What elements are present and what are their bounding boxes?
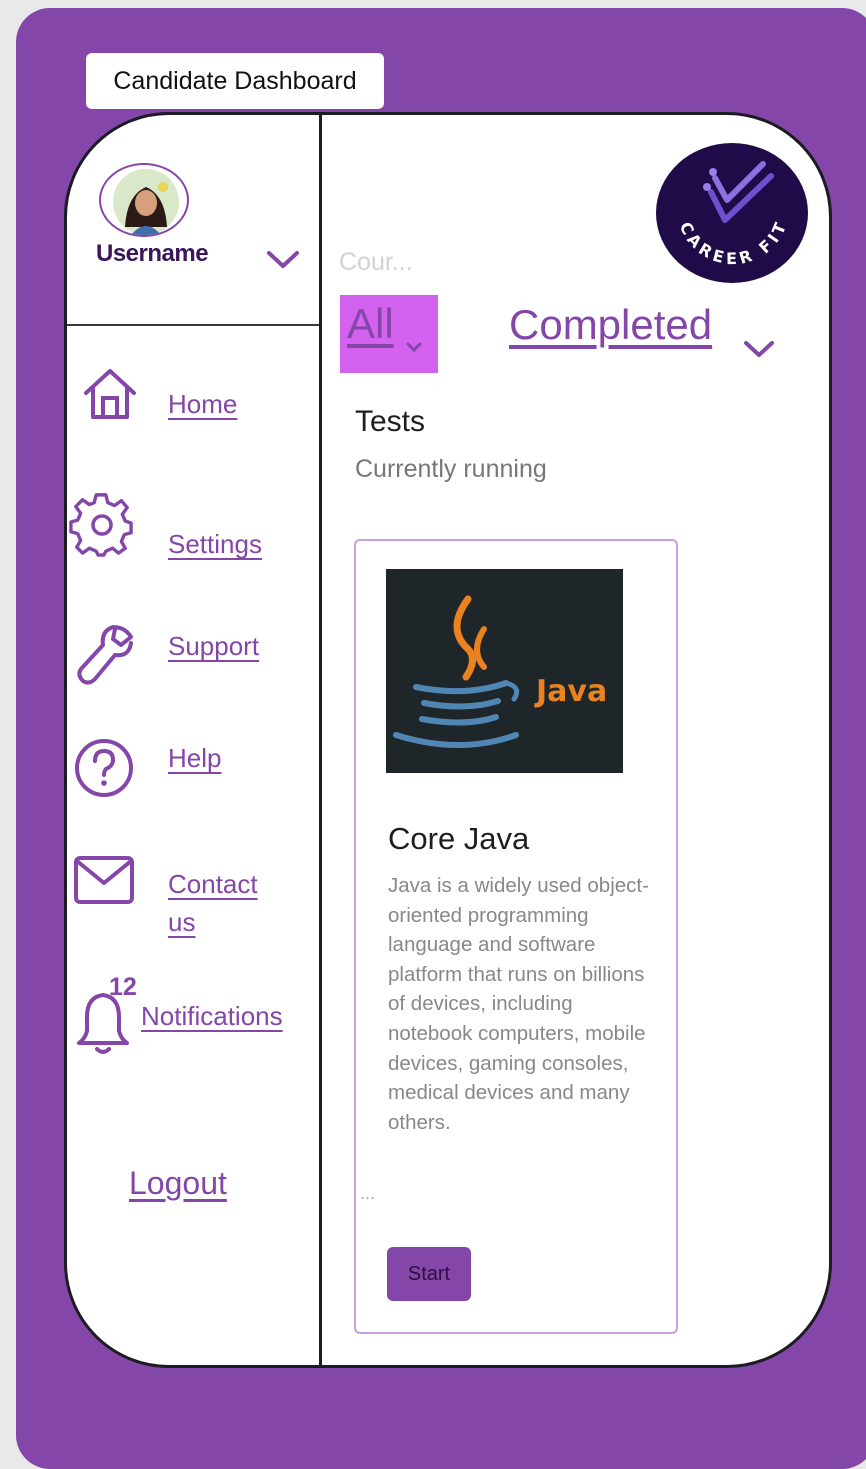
app-container: Username Home Settings Support Help Cont… <box>64 112 832 1368</box>
sidebar-item-label: Notifications <box>141 1001 283 1031</box>
more-indicator: ... <box>360 1183 376 1203</box>
sidebar-item-notifications[interactable]: Notifications <box>67 983 319 1063</box>
sidebar-item-settings[interactable]: Settings <box>67 493 319 563</box>
chevron-down-icon <box>406 342 422 353</box>
sidebar-main-divider <box>319 115 322 1365</box>
java-image-text: Java <box>534 674 607 709</box>
section-subtitle: Currently running <box>355 455 547 483</box>
sidebar-item-label: Home <box>168 389 238 419</box>
chevron-down-icon[interactable] <box>743 339 775 359</box>
course-title: Core Java <box>388 821 530 856</box>
wrench-icon <box>77 625 133 685</box>
filter-completed-dropdown[interactable]: Completed <box>509 301 712 349</box>
start-button[interactable]: Start <box>387 1247 471 1301</box>
chevron-down-icon[interactable] <box>265 247 301 271</box>
home-icon <box>84 369 136 419</box>
filter-all-dropdown[interactable]: All <box>340 295 438 373</box>
username: Username <box>96 240 209 267</box>
mail-icon <box>74 856 134 904</box>
sidebar-item-contact-us[interactable]: Contact us <box>67 855 319 945</box>
section-title: Tests <box>355 405 426 438</box>
sidebar-item-label: Contact us <box>168 869 258 937</box>
sidebar-item-label: Support <box>168 631 260 661</box>
window-title: Candidate Dashboard <box>86 53 384 109</box>
course-card: Java Core Java Java is a widely used obj… <box>354 539 678 1334</box>
search-input[interactable] <box>339 245 539 279</box>
sidebar-item-help[interactable]: Help <box>67 737 319 807</box>
sidebar-item-home[interactable]: Home <box>67 365 319 435</box>
filter-all-label: All <box>347 300 394 347</box>
course-description: Java is a widely used object-oriented pr… <box>388 874 649 1134</box>
sidebar-item-label: Help <box>168 743 222 773</box>
gear-icon <box>69 493 133 557</box>
career-fit-logo: CAREER FIT <box>656 143 808 283</box>
sidebar-item-label: Settings <box>168 529 262 559</box>
java-logo-image: Java <box>386 569 623 773</box>
sidebar-item-support[interactable]: Support <box>67 623 319 693</box>
notification-count-badge: 12 <box>109 973 137 1001</box>
sidebar-divider <box>67 324 319 326</box>
logout-link[interactable]: Logout <box>129 1165 227 1202</box>
help-icon <box>75 739 133 797</box>
avatar[interactable] <box>99 163 189 237</box>
